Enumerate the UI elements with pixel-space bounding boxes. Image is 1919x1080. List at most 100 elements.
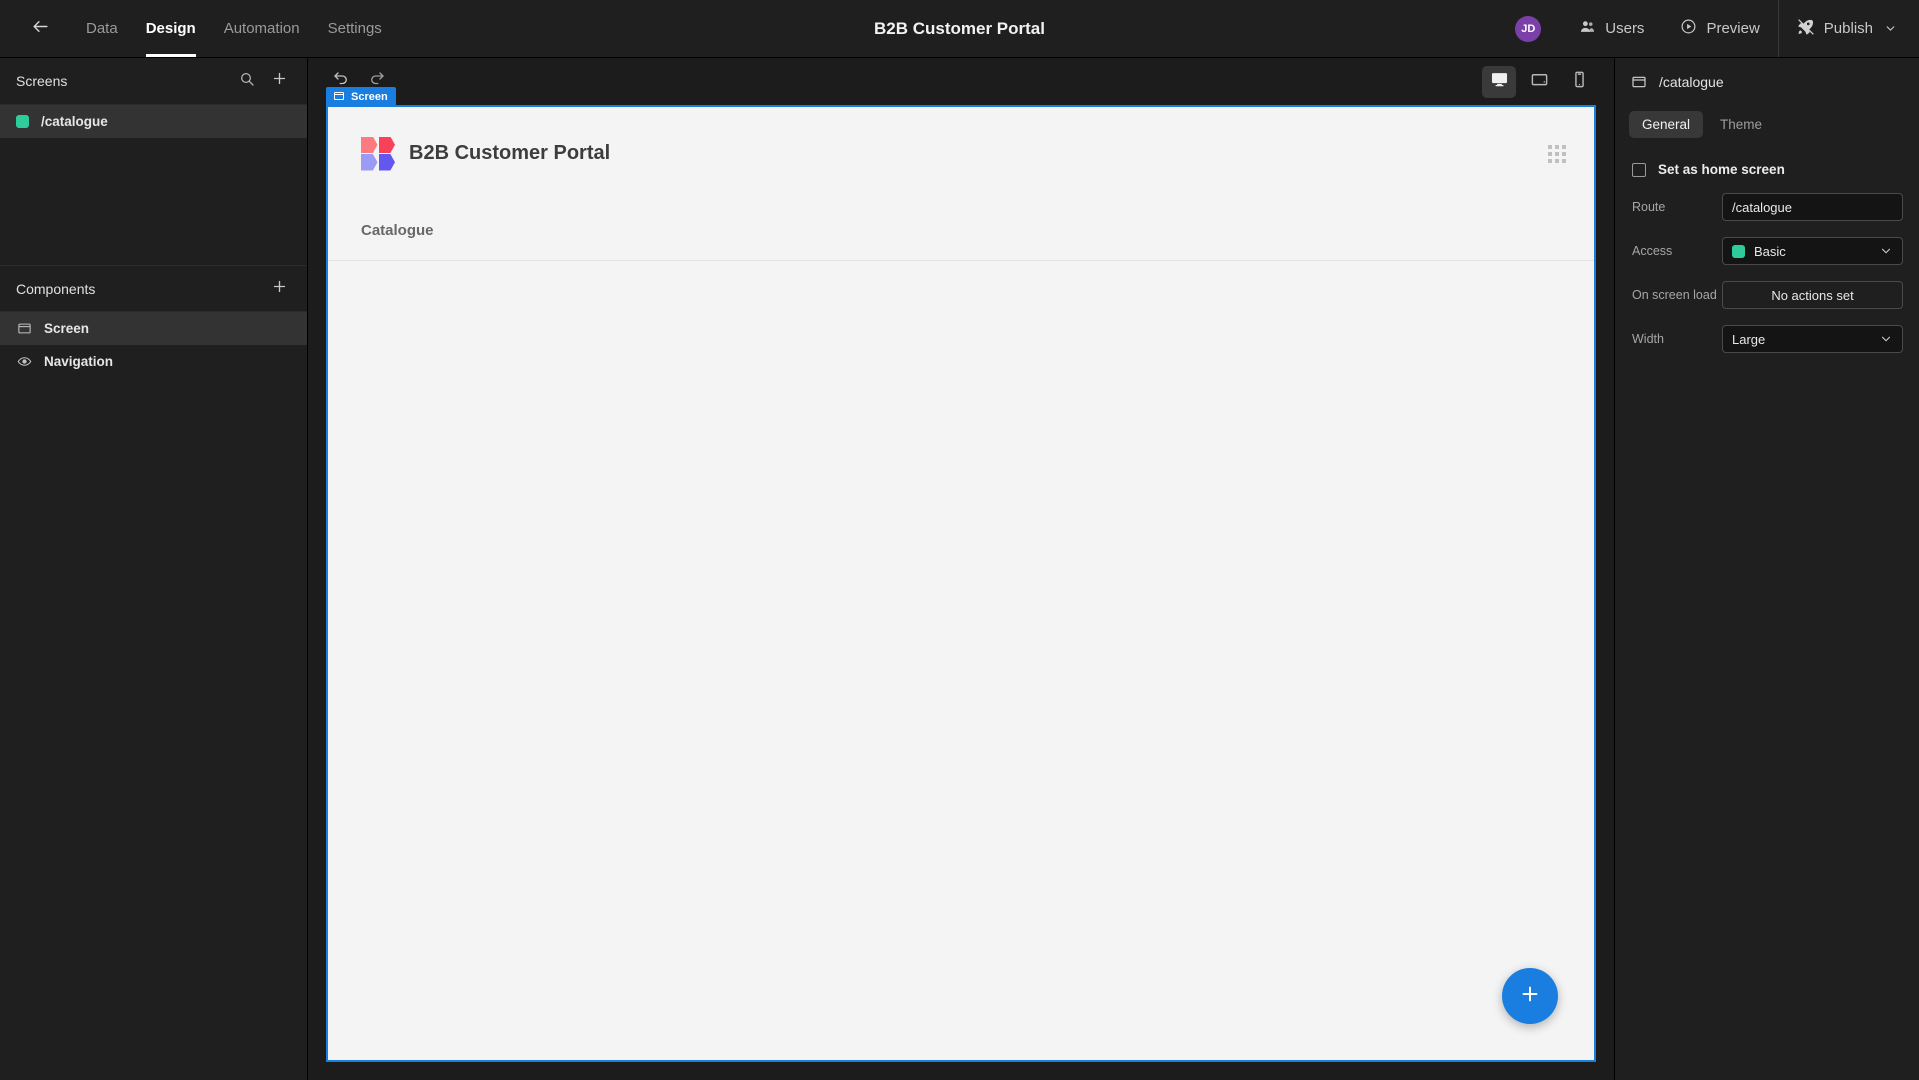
nav-tab-settings-label: Settings xyxy=(327,20,382,37)
width-field-row: Width Large xyxy=(1615,317,1919,361)
sidebar-filler xyxy=(0,378,307,1080)
preview-button[interactable]: Preview xyxy=(1662,0,1777,57)
preview-app-navbar: B2B Customer Portal xyxy=(328,107,1594,200)
width-select-value: Large xyxy=(1732,331,1766,347)
users-button[interactable]: Users xyxy=(1561,0,1662,57)
nav-tab-automation-label: Automation xyxy=(223,20,300,37)
canvas-toolbar xyxy=(308,58,1614,105)
screen-access-swatch xyxy=(16,115,29,128)
add-component-button[interactable] xyxy=(265,275,293,303)
component-item-screen[interactable]: Screen xyxy=(0,312,307,345)
plus-icon xyxy=(1519,983,1541,1010)
on-screen-load-label: On screen load xyxy=(1632,288,1717,302)
chevron-down-icon xyxy=(1884,22,1897,35)
search-icon xyxy=(239,71,255,92)
main-nav-tabs: Data Design Automation Settings xyxy=(72,0,396,57)
device-preview-toggle xyxy=(1482,65,1596,98)
route-input-value: /catalogue xyxy=(1732,199,1792,215)
logo-shape-top-left xyxy=(361,136,378,153)
components-title: Components xyxy=(16,280,96,297)
on-screen-load-field-row: On screen load No actions set xyxy=(1615,273,1919,317)
nav-tab-settings[interactable]: Settings xyxy=(314,0,396,57)
preview-app-body xyxy=(328,261,1594,1060)
top-header: Data Design Automation Settings B2B Cust… xyxy=(0,0,1919,58)
back-button[interactable] xyxy=(18,7,62,51)
plus-icon xyxy=(271,70,288,92)
nav-tab-design[interactable]: Design xyxy=(132,0,210,57)
workspace: Screens /catalogue Components Screen Nav… xyxy=(0,58,1919,1080)
canvas-area: Screen B2B Customer Portal Catalogue xyxy=(308,58,1614,1080)
eye-icon xyxy=(16,354,32,369)
home-screen-checkbox[interactable] xyxy=(1632,162,1646,177)
tab-general-label: General xyxy=(1642,117,1691,132)
component-item-navigation-label: Navigation xyxy=(44,354,114,369)
access-select[interactable]: Basic xyxy=(1722,237,1903,265)
route-label: Route xyxy=(1632,200,1666,214)
route-field-row: Route /catalogue xyxy=(1615,185,1919,229)
play-circle-icon xyxy=(1680,18,1697,39)
access-label: Access xyxy=(1632,244,1673,258)
device-tablet-button[interactable] xyxy=(1522,66,1556,98)
width-label: Width xyxy=(1632,332,1664,346)
search-screens-button[interactable] xyxy=(233,67,261,95)
logo-shape-bottom-left xyxy=(361,154,378,171)
users-icon xyxy=(1579,18,1596,39)
device-desktop-button[interactable] xyxy=(1482,65,1516,98)
publish-label: Publish xyxy=(1823,20,1873,37)
app-menu-item-catalogue[interactable]: Catalogue xyxy=(361,222,434,239)
components-list: Screen Navigation xyxy=(0,312,307,378)
components-panel-header: Components xyxy=(0,265,307,312)
home-screen-checkbox-row[interactable]: Set as home screen xyxy=(1615,148,1919,185)
app-brand-name: B2B Customer Portal xyxy=(409,142,611,164)
home-screen-checkbox-label: Set as home screen xyxy=(1658,162,1785,177)
sidebar-item-catalogue[interactable]: /catalogue xyxy=(0,105,307,138)
screen-preview-frame[interactable]: Screen B2B Customer Portal Catalogue xyxy=(326,87,1596,1062)
mobile-icon xyxy=(1570,70,1589,94)
grid-dots-icon[interactable] xyxy=(1548,144,1566,163)
nav-tab-data[interactable]: Data xyxy=(72,0,132,57)
right-properties-panel: /catalogue General Theme Set as home scr… xyxy=(1614,58,1919,1080)
nav-tab-design-label: Design xyxy=(145,20,196,37)
screen-icon xyxy=(16,321,32,336)
tablet-icon xyxy=(1530,70,1549,94)
header-actions: JD Users Preview Publish xyxy=(1515,0,1919,57)
logo-shape-bottom-right xyxy=(378,154,395,171)
preview-app-menu: Catalogue xyxy=(328,200,1594,261)
properties-tabs: General Theme xyxy=(1615,105,1919,148)
properties-panel-title: /catalogue xyxy=(1659,73,1724,90)
plus-icon xyxy=(271,278,288,300)
add-component-fab[interactable] xyxy=(1502,968,1558,1024)
preview-label: Preview xyxy=(1706,20,1760,37)
add-screen-button[interactable] xyxy=(265,67,293,95)
publish-button[interactable]: Publish xyxy=(1779,0,1919,57)
device-mobile-button[interactable] xyxy=(1562,66,1596,98)
properties-panel-header: /catalogue xyxy=(1615,58,1919,105)
tab-theme[interactable]: Theme xyxy=(1707,111,1775,138)
left-sidebar: Screens /catalogue Components Screen Nav… xyxy=(0,58,308,1080)
logo-shape-top-right xyxy=(378,136,395,153)
component-item-navigation[interactable]: Navigation xyxy=(0,345,307,378)
users-label: Users xyxy=(1605,20,1645,37)
component-item-screen-label: Screen xyxy=(44,321,90,336)
screen-icon xyxy=(1631,74,1647,90)
screens-panel-header: Screens xyxy=(0,58,307,105)
nav-tab-automation[interactable]: Automation xyxy=(210,0,314,57)
width-select[interactable]: Large xyxy=(1722,325,1903,353)
on-screen-load-button[interactable]: No actions set xyxy=(1722,281,1903,309)
chevron-down-icon xyxy=(1879,244,1893,258)
tab-general[interactable]: General xyxy=(1629,111,1704,138)
sidebar-item-catalogue-label: /catalogue xyxy=(41,114,108,129)
nav-tab-data-label: Data xyxy=(86,20,118,37)
chevron-down-icon xyxy=(1879,332,1893,346)
app-menu-item-catalogue-label: Catalogue xyxy=(361,221,434,239)
access-field-row: Access Basic xyxy=(1615,229,1919,273)
publish-rocket-icon xyxy=(1797,18,1815,40)
canvas-viewport: Screen B2B Customer Portal Catalogue xyxy=(308,87,1614,1080)
screen-icon xyxy=(333,90,345,105)
route-input[interactable]: /catalogue xyxy=(1722,193,1903,221)
screens-list: /catalogue xyxy=(0,105,307,265)
avatar[interactable]: JD xyxy=(1515,15,1542,42)
selected-component-badge: Screen xyxy=(326,87,396,107)
screens-title: Screens xyxy=(16,73,68,89)
desktop-icon xyxy=(1490,70,1509,94)
